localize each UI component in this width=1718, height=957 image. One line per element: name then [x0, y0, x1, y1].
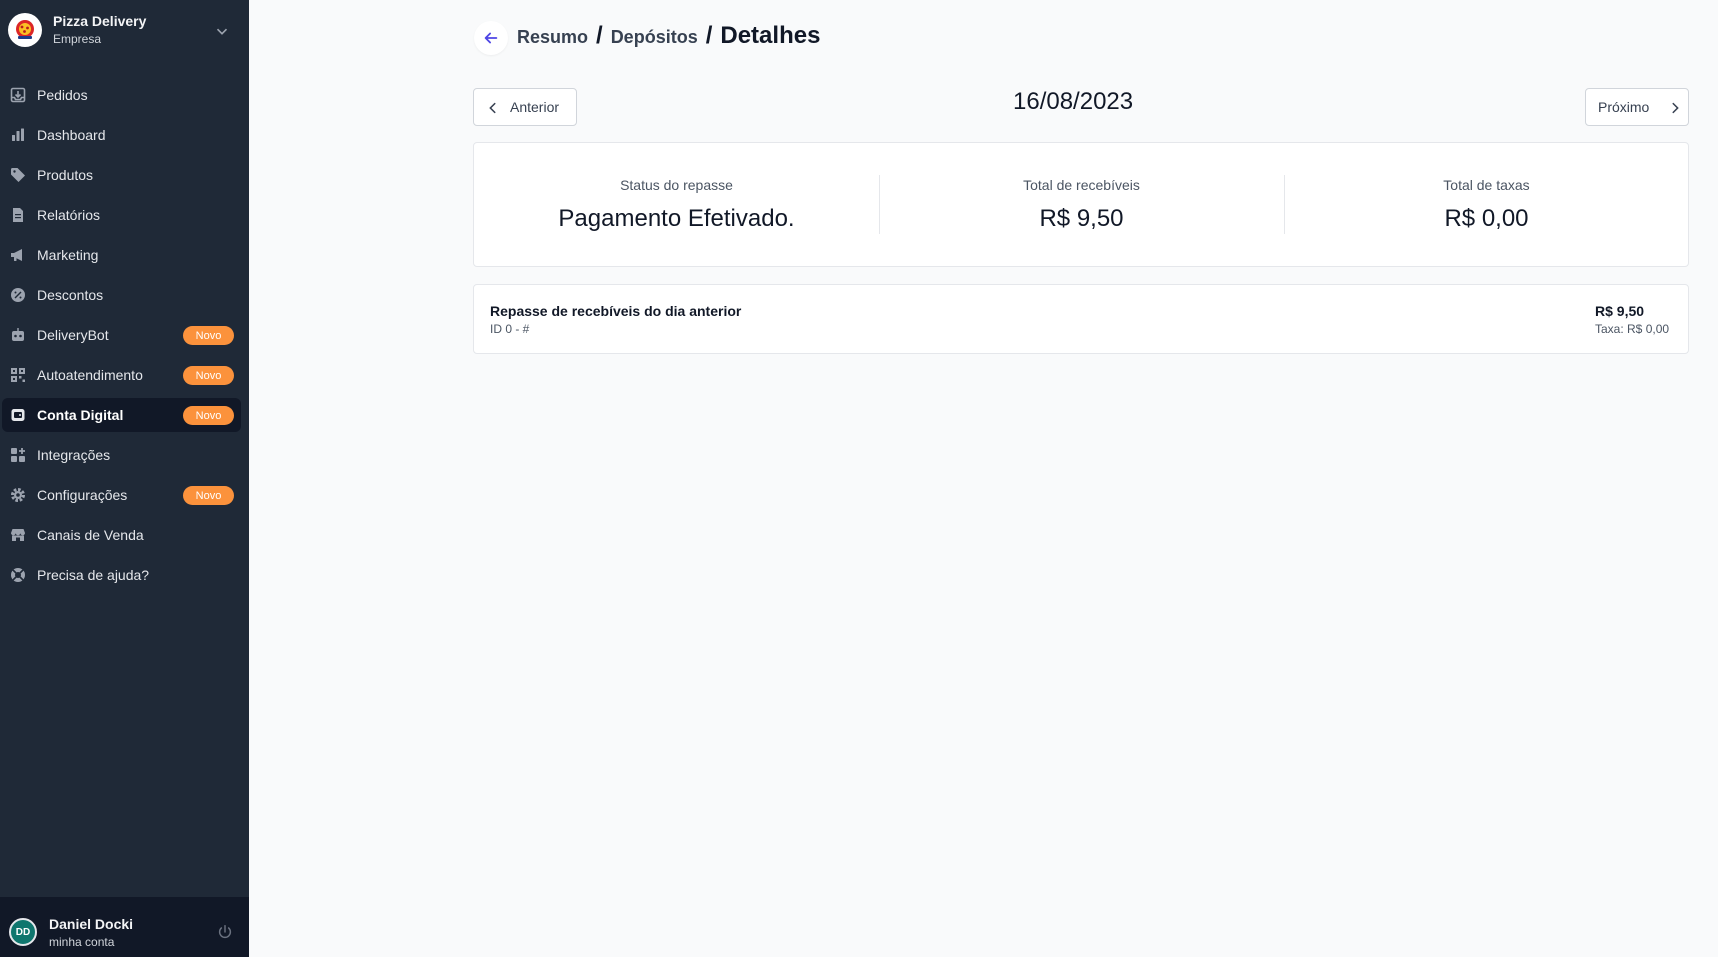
megaphone-icon — [11, 249, 22, 261]
previous-button[interactable]: Anterior — [473, 88, 577, 126]
deposit-summary-card: Status do repasse Pagamento Efetivado. T… — [473, 142, 1689, 267]
sidebar-item-deliverybot[interactable]: DeliveryBot Novo — [2, 318, 241, 352]
company-logo — [8, 13, 42, 47]
sidebar-item-label: Dashboard — [37, 127, 106, 143]
sidebar-item-label: Configurações — [37, 487, 128, 503]
sidebar-item-label: DeliveryBot — [37, 327, 109, 343]
sidebar-item-label: Descontos — [37, 287, 104, 303]
status-stat: Status do repasse Pagamento Efetivado. — [474, 143, 879, 268]
breadcrumb-depositos[interactable]: Depósitos — [611, 27, 698, 48]
receivables-stat: Total de recebíveis R$ 9,50 — [879, 143, 1284, 268]
document-icon — [13, 208, 23, 222]
chevron-down-icon[interactable] — [213, 22, 231, 40]
breadcrumb: Resumo / Depósitos / Detalhes — [517, 22, 820, 50]
deposit-date: 16/08/2023 — [1013, 88, 1134, 115]
fees-value: R$ 0,00 — [1444, 205, 1529, 232]
sidebar-item-label: Canais de Venda — [37, 527, 144, 543]
sidebar-item-ajuda[interactable]: Precisa de ajuda? — [2, 558, 241, 592]
qr-code-icon — [11, 368, 25, 382]
sidebar-item-relatorios[interactable]: Relatórios — [2, 198, 241, 232]
sidebar-item-label: Marketing — [37, 247, 99, 263]
new-badge: Novo — [183, 406, 234, 425]
list-item[interactable]: Repasse de recebíveis do dia anterior ID… — [473, 284, 1689, 354]
company-name: Pizza Delivery — [53, 13, 147, 29]
sidebar-item-label: Integrações — [37, 447, 111, 463]
previous-label: Anterior — [510, 99, 560, 115]
new-badge: Novo — [183, 486, 234, 505]
lifebuoy-icon — [11, 568, 25, 582]
sidebar-item-label: Conta Digital — [37, 407, 124, 423]
fees-label: Total de taxas — [1443, 177, 1530, 193]
user-name: Daniel Docki — [49, 916, 134, 932]
sidebar-item-label: Pedidos — [37, 87, 88, 103]
breadcrumb-separator: / — [705, 22, 713, 49]
sidebar-item-label: Produtos — [37, 167, 94, 183]
status-value: Pagamento Efetivado. — [558, 205, 795, 232]
discount-badge-icon — [11, 288, 25, 302]
back-button[interactable] — [474, 21, 508, 55]
receivables-value: R$ 9,50 — [1039, 205, 1124, 232]
breadcrumb-resumo[interactable]: Resumo — [517, 27, 588, 48]
sidebar-item-dashboard[interactable]: Dashboard — [2, 118, 241, 152]
new-badge: Novo — [183, 326, 234, 345]
gear-icon — [11, 488, 25, 502]
company-type: Empresa — [53, 32, 102, 46]
transaction-id: ID 0 - # — [490, 322, 530, 336]
arrow-left-icon — [484, 32, 498, 44]
avatar: DD — [9, 918, 37, 946]
new-badge: Novo — [183, 366, 234, 385]
transaction-amounts: R$ 9,50 Taxa: R$ 0,00 — [1595, 303, 1669, 336]
sidebar: Pizza Delivery Empresa Pedidos Dashboard… — [0, 0, 249, 957]
fees-stat: Total de taxas R$ 0,00 — [1284, 143, 1689, 268]
chevron-left-icon — [489, 102, 496, 114]
sidebar-item-configuracoes[interactable]: Configurações Novo — [2, 478, 241, 512]
sidebar-item-marketing[interactable]: Marketing — [2, 238, 241, 272]
receivables-label: Total de recebíveis — [1023, 177, 1140, 193]
sidebar-item-pedidos[interactable]: Pedidos — [2, 78, 241, 112]
sidebar-item-label: Precisa de ajuda? — [37, 567, 150, 583]
tag-icon — [11, 168, 25, 182]
sidebar-item-descontos[interactable]: Descontos — [2, 278, 241, 312]
inbox-download-icon — [10, 87, 26, 103]
next-button[interactable]: Próximo — [1585, 88, 1689, 126]
next-label: Próximo — [1598, 99, 1650, 115]
sidebar-item-label: Relatórios — [37, 207, 101, 223]
transaction-amount: R$ 9,50 — [1595, 303, 1645, 319]
sidebar-item-autoatendimento[interactable]: Autoatendimento Novo — [2, 358, 241, 392]
sidebar-item-label: Autoatendimento — [37, 367, 143, 383]
puzzle-grid-icon — [11, 448, 25, 462]
sidebar-item-produtos[interactable]: Produtos — [2, 158, 241, 192]
user-panel[interactable]: DD Daniel Docki minha conta — [0, 897, 249, 957]
sidebar-item-canais-de-venda[interactable]: Canais de Venda — [2, 518, 241, 552]
company-switcher[interactable]: Pizza Delivery Empresa — [0, 0, 249, 60]
bar-chart-icon — [12, 128, 24, 141]
status-label: Status do repasse — [620, 177, 733, 193]
user-account-link[interactable]: minha conta — [49, 935, 114, 949]
transaction-title: Repasse de recebíveis do dia anterior — [490, 303, 742, 319]
wallet-icon — [11, 409, 25, 421]
power-icon[interactable] — [216, 923, 234, 941]
storefront-icon — [11, 529, 25, 541]
robot-icon — [12, 328, 24, 341]
transaction-fee: Taxa: R$ 0,00 — [1595, 322, 1670, 336]
chevron-right-icon — [1672, 102, 1679, 114]
sidebar-item-conta-digital[interactable]: Conta Digital Novo — [2, 398, 241, 432]
breadcrumb-separator: / — [596, 22, 603, 49]
sidebar-item-integracoes[interactable]: Integrações — [2, 438, 241, 472]
page-title: Detalhes — [720, 22, 821, 49]
